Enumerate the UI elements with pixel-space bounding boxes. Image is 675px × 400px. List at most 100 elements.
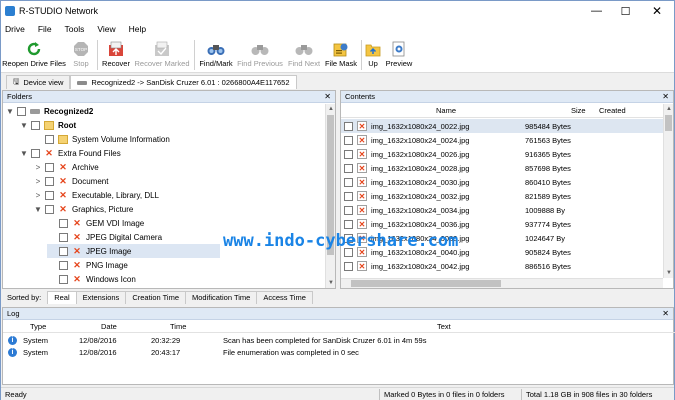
log-column-text[interactable]: Text — [213, 322, 451, 331]
tree-item[interactable]: ▼ ✕ Extra Found Files — [19, 146, 121, 160]
file-row[interactable]: ✕ img_1632x1080x24_0036.jpg 937774 Bytes — [341, 217, 663, 231]
find-next-button[interactable]: Find Next — [285, 37, 323, 73]
menu-tools[interactable]: Tools — [65, 24, 85, 34]
file-checkbox[interactable] — [344, 219, 353, 229]
tree-item[interactable]: ✕ JPEG Digital Camera — [47, 230, 162, 244]
file-row[interactable]: ✕ img_1632x1080x24_0028.jpg 857698 Bytes — [341, 161, 663, 175]
sort-tab-creation-time[interactable]: Creation Time — [125, 290, 186, 304]
file-checkbox[interactable] — [344, 191, 353, 201]
scroll-down-icon[interactable]: ▼ — [664, 268, 674, 278]
log-row[interactable]: i System 12/08/2016 20:43:17 File enumer… — [3, 346, 675, 358]
recover-marked-button[interactable]: Recover Marked — [132, 37, 192, 73]
file-checkbox[interactable] — [344, 149, 353, 159]
tree-item[interactable]: ✕ Windows Icon — [47, 272, 136, 286]
expand-arrow-icon[interactable]: ▼ — [5, 107, 15, 116]
file-row[interactable]: ✕ img_1632x1080x24_0022.jpg 985484 Bytes — [341, 119, 663, 133]
file-name: img_1632x1080x24_0034.jpg — [371, 205, 470, 215]
tree-checkbox[interactable] — [45, 176, 54, 186]
tree-checkbox[interactable] — [45, 162, 54, 172]
file-row[interactable]: ✕ img_1632x1080x24_0030.jpg 860410 Bytes — [341, 175, 663, 189]
tree-item[interactable]: ▼ ✕ Graphics, Picture — [33, 202, 133, 216]
pin-icon[interactable]: ✕ — [662, 92, 669, 101]
tree-item[interactable]: > ✕ Archive — [33, 160, 99, 174]
tab-recognized[interactable]: Recognized2 -> SanDisk Cruzer 6.01 : 026… — [70, 75, 297, 89]
menu-drive[interactable]: Drive — [5, 24, 25, 34]
tree-checkbox[interactable] — [59, 246, 68, 256]
folders-scrollbar[interactable]: ▲ ▼ — [325, 104, 335, 288]
pin-icon[interactable]: ✕ — [324, 92, 331, 101]
tree-checkbox[interactable] — [45, 204, 54, 214]
deleted-marker-icon: ✕ — [45, 147, 53, 158]
file-mask-button[interactable]: File Mask — [323, 37, 359, 73]
file-row[interactable]: ✕ img_1632x1080x24_0026.jpg 916365 Bytes — [341, 147, 663, 161]
tree-checkbox[interactable] — [59, 274, 68, 284]
file-checkbox[interactable] — [344, 121, 353, 131]
tree-item[interactable]: ▼ Root — [19, 118, 76, 132]
file-checkbox[interactable] — [344, 163, 353, 173]
file-checkbox[interactable] — [344, 205, 353, 215]
file-row[interactable]: ✕ img_1632x1080x24_0024.jpg 761563 Bytes — [341, 133, 663, 147]
expand-arrow-icon[interactable]: ▼ — [33, 205, 43, 214]
minimize-button[interactable]: — — [582, 1, 611, 21]
pin-icon[interactable]: ✕ — [662, 309, 669, 318]
tree-checkbox[interactable] — [31, 148, 40, 158]
file-row[interactable]: ✕ img_1632x1080x24_0032.jpg 821589 Bytes — [341, 189, 663, 203]
column-name[interactable]: Name — [341, 106, 491, 115]
tab-device-view[interactable]: 🖫 Device view — [6, 75, 71, 89]
recover-button[interactable]: Recover — [100, 37, 132, 73]
contents-hscrollbar[interactable] — [341, 278, 663, 288]
expand-arrow-icon[interactable]: ▼ — [19, 149, 29, 158]
file-row[interactable]: ✕ img_1632x1080x24_0042.jpg 886516 Bytes — [341, 259, 663, 273]
tree-item[interactable]: ✕ GEM VDI Image — [47, 216, 144, 230]
sort-tab-real[interactable]: Real — [47, 290, 77, 304]
contents-scroll-thumb[interactable] — [665, 115, 672, 131]
expand-arrow-icon[interactable]: > — [33, 163, 43, 172]
tree-checkbox[interactable] — [59, 260, 68, 270]
file-name: img_1632x1080x24_0036.jpg — [371, 219, 470, 229]
reopen-drive-files-button[interactable]: Reopen Drive Files — [1, 37, 67, 73]
up-button[interactable]: Up — [364, 37, 382, 73]
tree-item[interactable]: System Volume Information — [33, 132, 170, 146]
stop-button[interactable]: STOP Stop — [67, 37, 95, 73]
menu-view[interactable]: View — [97, 24, 115, 34]
log-row[interactable]: i System 12/08/2016 20:32:29 Scan has be… — [3, 334, 675, 346]
tree-checkbox[interactable] — [45, 190, 54, 200]
scroll-up-icon[interactable]: ▲ — [664, 104, 674, 114]
expand-arrow-icon[interactable]: > — [33, 177, 43, 186]
sort-tab-modification-time[interactable]: Modification Time — [185, 290, 258, 304]
tree-checkbox[interactable] — [31, 120, 40, 130]
preview-button[interactable]: Preview — [382, 37, 416, 73]
hscroll-thumb[interactable] — [351, 280, 501, 287]
find-mark-button[interactable]: Find/Mark — [197, 37, 235, 73]
sort-tab-extensions[interactable]: Extensions — [75, 290, 127, 304]
file-checkbox[interactable] — [344, 177, 353, 187]
sort-tab-access-time[interactable]: Access Time — [256, 290, 313, 304]
expand-arrow-icon[interactable]: > — [33, 191, 43, 200]
menu-file[interactable]: File — [38, 24, 52, 34]
close-button[interactable]: ✕ — [640, 1, 674, 21]
maximize-button[interactable]: ☐ — [611, 1, 640, 21]
log-column-time[interactable]: Time — [143, 322, 213, 331]
scroll-down-icon[interactable]: ▼ — [326, 278, 336, 288]
tree-checkbox[interactable] — [59, 218, 68, 228]
tree-item[interactable]: ✕ JPEG Image — [47, 244, 220, 258]
tree-item[interactable]: > ✕ Executable, Library, DLL — [33, 188, 159, 202]
tree-checkbox[interactable] — [59, 232, 68, 242]
tree-item[interactable]: > ✕ Document — [33, 174, 108, 188]
file-row[interactable]: ✕ img_1632x1080x24_0034.jpg 1009888 By — [341, 203, 663, 217]
tree-checkbox[interactable] — [17, 106, 26, 116]
column-created[interactable]: Created — [587, 106, 647, 115]
find-previous-button[interactable]: Find Previous — [235, 37, 285, 73]
tree-item[interactable]: ▼ Recognized2 — [5, 104, 93, 118]
menu-help[interactable]: Help — [129, 24, 146, 34]
expand-arrow-icon[interactable]: ▼ — [19, 121, 29, 130]
scroll-up-icon[interactable]: ▲ — [326, 104, 336, 114]
log-column-date[interactable]: Date — [73, 322, 143, 331]
file-checkbox[interactable] — [344, 135, 353, 145]
column-size[interactable]: Size — [491, 106, 587, 115]
tree-checkbox[interactable] — [45, 134, 54, 144]
contents-scrollbar[interactable]: ▲ ▼ — [663, 104, 673, 278]
tree-item[interactable]: ✕ PNG Image — [47, 258, 128, 272]
log-column-type[interactable]: Type — [3, 322, 73, 331]
file-checkbox[interactable] — [344, 261, 353, 271]
